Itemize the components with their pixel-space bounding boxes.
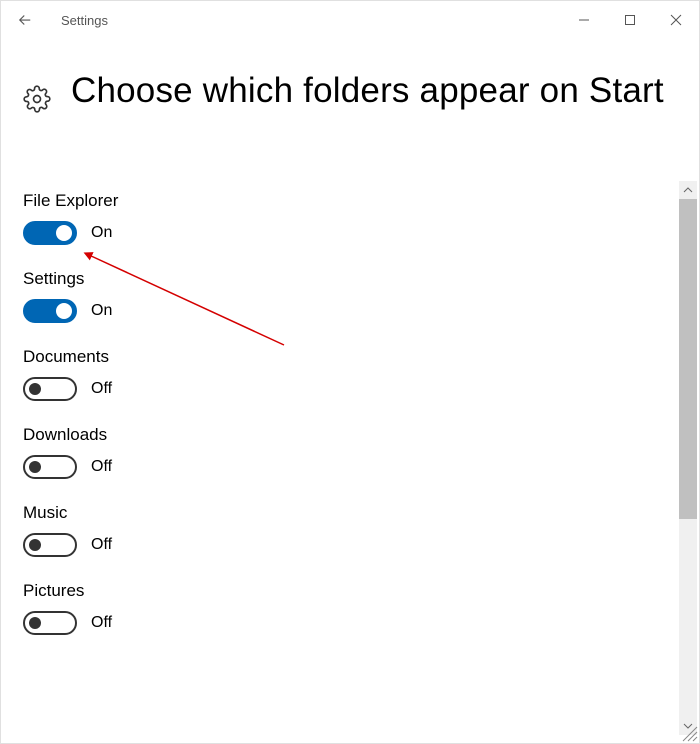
window-controls xyxy=(561,1,699,39)
resize-grip-icon[interactable] xyxy=(679,723,699,743)
back-button[interactable] xyxy=(5,1,45,39)
setting-item-pictures: Pictures Off xyxy=(23,581,657,635)
toggle-state: Off xyxy=(91,614,112,632)
close-icon xyxy=(670,14,682,26)
toggle-row: Off xyxy=(23,533,657,557)
scroll-up-button[interactable] xyxy=(679,181,697,199)
settings-list: File Explorer On Settings On Documents O… xyxy=(1,181,679,743)
toggle-row: Off xyxy=(23,611,657,635)
back-arrow-icon xyxy=(16,11,34,29)
minimize-icon xyxy=(578,14,590,26)
setting-item-file-explorer: File Explorer On xyxy=(23,191,657,245)
setting-label: Documents xyxy=(23,347,657,367)
toggle-documents[interactable] xyxy=(23,377,77,401)
toggle-settings[interactable] xyxy=(23,299,77,323)
toggle-file-explorer[interactable] xyxy=(23,221,77,245)
toggle-row: Off xyxy=(23,377,657,401)
setting-item-settings: Settings On xyxy=(23,269,657,323)
gear-icon xyxy=(23,85,51,118)
toggle-state: Off xyxy=(91,536,112,554)
setting-item-downloads: Downloads Off xyxy=(23,425,657,479)
toggle-music[interactable] xyxy=(23,533,77,557)
page-title: Choose which folders appear on Start xyxy=(71,69,664,114)
toggle-downloads[interactable] xyxy=(23,455,77,479)
page-header: Choose which folders appear on Start xyxy=(1,39,699,130)
toggle-state: On xyxy=(91,302,112,320)
minimize-button[interactable] xyxy=(561,1,607,39)
setting-label: Pictures xyxy=(23,581,657,601)
setting-label: Music xyxy=(23,503,657,523)
chevron-up-icon xyxy=(683,185,693,195)
scrollbar[interactable] xyxy=(679,181,697,735)
setting-label: Downloads xyxy=(23,425,657,445)
toggle-state: Off xyxy=(91,458,112,476)
titlebar: Settings xyxy=(1,1,699,39)
toggle-row: Off xyxy=(23,455,657,479)
maximize-button[interactable] xyxy=(607,1,653,39)
setting-label: Settings xyxy=(23,269,657,289)
setting-item-music: Music Off xyxy=(23,503,657,557)
setting-item-documents: Documents Off xyxy=(23,347,657,401)
scroll-thumb[interactable] xyxy=(679,199,697,519)
maximize-icon xyxy=(624,14,636,26)
close-button[interactable] xyxy=(653,1,699,39)
toggle-pictures[interactable] xyxy=(23,611,77,635)
toggle-row: On xyxy=(23,299,657,323)
window-title: Settings xyxy=(61,13,108,28)
toggle-state: Off xyxy=(91,380,112,398)
setting-label: File Explorer xyxy=(23,191,657,211)
toggle-row: On xyxy=(23,221,657,245)
toggle-state: On xyxy=(91,224,112,242)
